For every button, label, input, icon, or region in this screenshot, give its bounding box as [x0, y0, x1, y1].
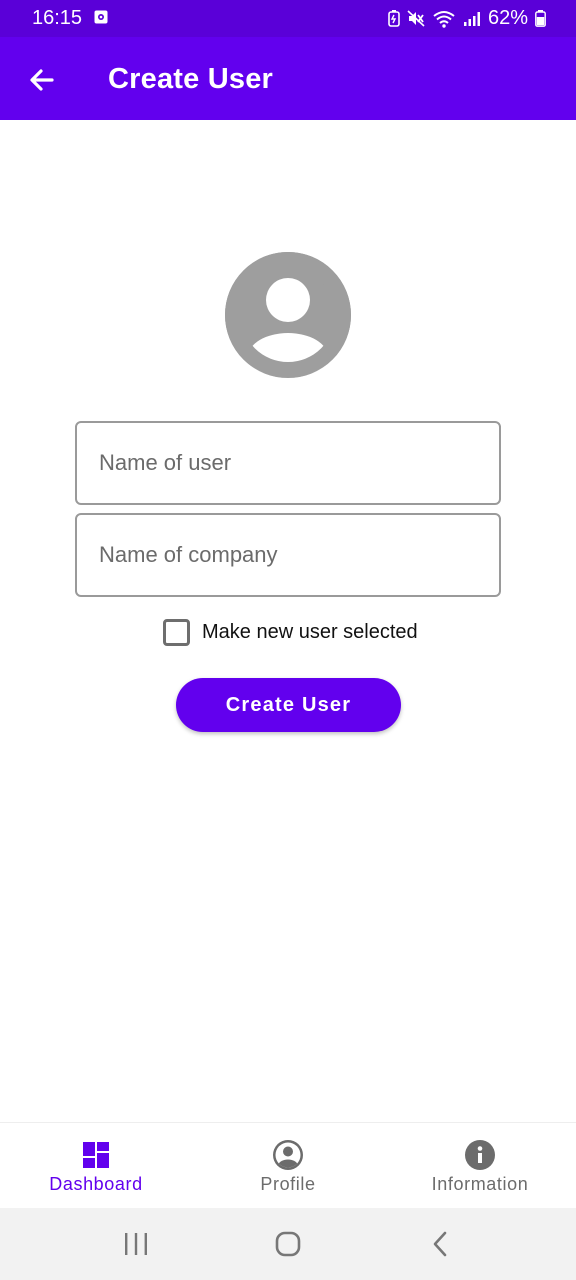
- status-bar: 16:15 62%: [0, 0, 576, 37]
- select-user-checkbox[interactable]: [163, 619, 190, 646]
- user-name-field[interactable]: [75, 421, 501, 505]
- nav-label-dashboard: Dashboard: [49, 1174, 143, 1194]
- recents-icon: [125, 1233, 147, 1255]
- company-name-field[interactable]: [75, 513, 501, 597]
- status-right: 62%: [388, 7, 546, 30]
- battery-saver-icon: [388, 10, 400, 27]
- recents-button[interactable]: [116, 1224, 156, 1264]
- battery-icon: [535, 10, 546, 27]
- back-chevron-icon: [433, 1231, 447, 1257]
- page-title: Create User: [108, 63, 274, 95]
- app-bar: Create User: [0, 37, 576, 120]
- select-user-checkbox-row[interactable]: Make new user selected: [163, 619, 418, 646]
- info-icon: [465, 1140, 495, 1170]
- nav-item-information[interactable]: Information: [384, 1123, 576, 1208]
- company-name-input[interactable]: [77, 515, 499, 595]
- create-user-button[interactable]: Create User: [176, 678, 401, 732]
- nav-label-profile: Profile: [260, 1174, 316, 1194]
- account-circle-icon: [273, 1140, 303, 1170]
- status-time: 16:15: [32, 7, 83, 29]
- nav-item-profile[interactable]: Profile: [192, 1123, 384, 1208]
- nav-label-information: Information: [431, 1174, 529, 1194]
- nav-item-dashboard[interactable]: Dashboard: [0, 1123, 192, 1208]
- wifi-icon: [432, 10, 456, 28]
- notification-icon: [94, 7, 108, 30]
- user-name-input[interactable]: [77, 423, 499, 503]
- battery-percent: 62%: [487, 7, 528, 29]
- home-icon: [275, 1231, 301, 1257]
- signal-icon: [463, 11, 481, 27]
- system-back-button[interactable]: [420, 1224, 460, 1264]
- mute-icon: [407, 10, 425, 27]
- bottom-navigation: Dashboard Profile Information: [0, 1122, 576, 1208]
- arrow-back-icon: [30, 69, 54, 91]
- back-button[interactable]: [26, 64, 58, 96]
- dashboard-icon: [83, 1142, 109, 1168]
- home-button[interactable]: [268, 1224, 308, 1264]
- avatar[interactable]: [225, 252, 351, 378]
- status-left: 16:15: [32, 7, 108, 30]
- system-navigation-bar: [0, 1208, 576, 1280]
- select-user-checkbox-label: Make new user selected: [202, 621, 418, 643]
- account-circle-icon: [225, 252, 351, 378]
